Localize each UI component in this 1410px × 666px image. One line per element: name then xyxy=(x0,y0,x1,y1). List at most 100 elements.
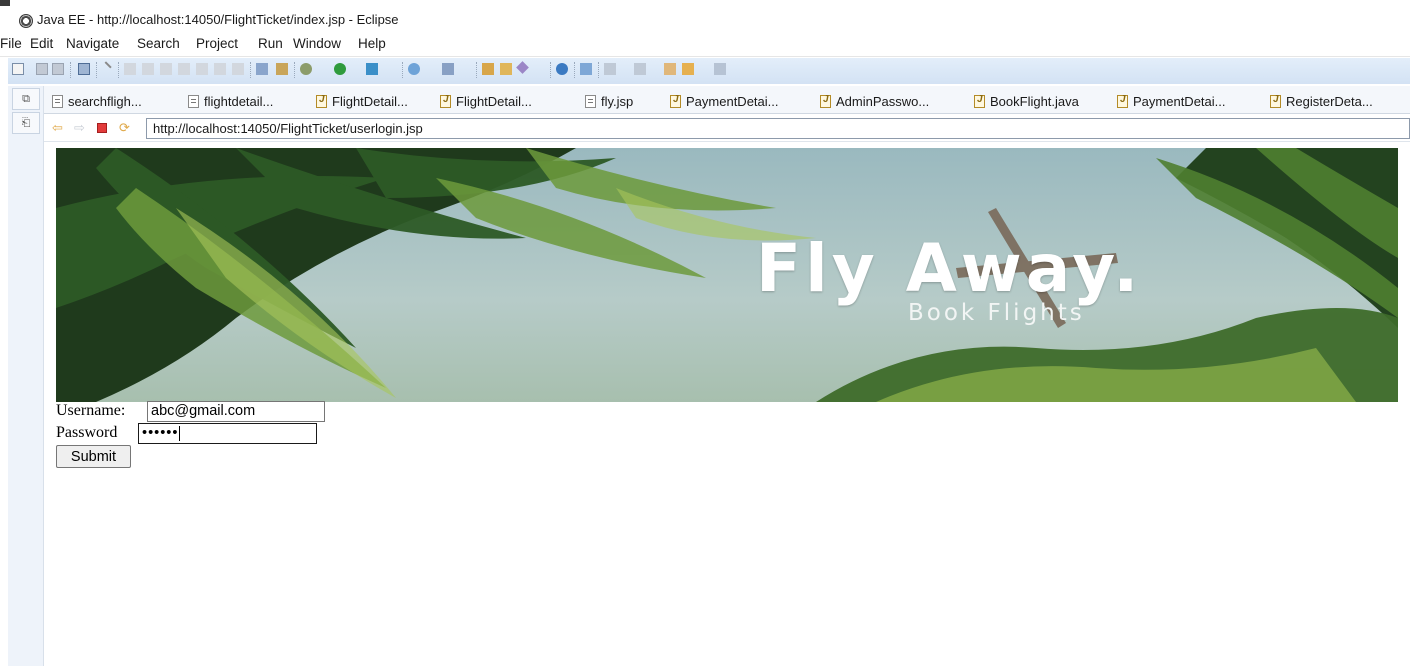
new-file-icon[interactable] xyxy=(12,63,24,75)
step-into-icon[interactable] xyxy=(196,63,208,75)
tab-label: BookFlight.java xyxy=(990,93,1079,109)
open-task-icon[interactable] xyxy=(500,63,512,75)
debug-icon[interactable] xyxy=(300,63,312,75)
submit-button[interactable]: Submit xyxy=(56,445,131,468)
java-file-icon xyxy=(820,94,831,108)
toolbar-separator xyxy=(574,62,575,78)
menu-window[interactable]: Window xyxy=(293,36,341,51)
tab-registerdetail[interactable]: RegisterDeta... xyxy=(1270,90,1373,112)
save-all-icon[interactable] xyxy=(52,63,64,75)
window-corner-decoration xyxy=(0,0,10,6)
suspend-icon[interactable] xyxy=(142,63,154,75)
password-input[interactable]: •••••• xyxy=(138,423,317,444)
password-row: Password xyxy=(56,424,117,442)
tab-bookflight-java[interactable]: BookFlight.java xyxy=(974,90,1079,112)
editor-tab-bar: searchfligh... flightdetail... FlightDet… xyxy=(44,86,1410,114)
tab-label: FlightDetail... xyxy=(456,93,532,109)
toggle-mark-occurrences-icon[interactable] xyxy=(580,63,592,75)
menu-edit[interactable]: Edit xyxy=(30,36,53,51)
tab-flightdetail-java-2[interactable]: FlightDetail... xyxy=(440,90,532,112)
banner-title: Fly Away. xyxy=(756,230,1143,307)
tab-adminpassword[interactable]: AdminPasswo... xyxy=(820,90,929,112)
url-input[interactable]: http://localhost:14050/FlightTicket/user… xyxy=(146,118,1410,139)
jsp-file-icon xyxy=(188,94,199,108)
java-file-icon xyxy=(1270,94,1281,108)
menu-search[interactable]: Search xyxy=(137,36,180,51)
tab-label: searchfligh... xyxy=(68,93,142,109)
jsp-file-icon xyxy=(52,94,63,108)
menu-run[interactable]: Run xyxy=(258,36,283,51)
refresh-icon[interactable]: ⟳ xyxy=(119,121,130,134)
previous-annotation-icon[interactable] xyxy=(634,63,646,75)
step-return-icon[interactable] xyxy=(232,63,244,75)
browser-nav-bar: ⇦ ⇨ ⟳ http://localhost:14050/FlightTicke… xyxy=(44,115,1410,142)
new-server-icon[interactable] xyxy=(408,63,420,75)
toolbar-separator xyxy=(294,62,295,78)
save-icon[interactable] xyxy=(36,63,48,75)
toolbar-separator xyxy=(550,62,551,78)
tab-label: PaymentDetai... xyxy=(1133,93,1226,109)
toolbar-separator xyxy=(476,62,477,78)
jsp-file-icon xyxy=(585,94,596,108)
web-page: Fly Away. Book Flights Username: abc@gma… xyxy=(44,143,1410,666)
next-annotation-icon[interactable] xyxy=(604,63,616,75)
password-value: •••••• xyxy=(142,425,179,441)
new-class-icon[interactable] xyxy=(442,63,454,75)
toolbar-separator xyxy=(402,62,403,78)
open-type-icon[interactable] xyxy=(482,63,494,75)
java-file-icon xyxy=(1117,94,1128,108)
back-icon[interactable] xyxy=(682,63,694,75)
toolbar-separator xyxy=(96,62,97,78)
toolbar-separator xyxy=(118,62,119,78)
banner-subtitle: Book Flights xyxy=(908,300,1085,326)
menu-bar: File Edit Navigate Search Project Run Wi… xyxy=(0,33,1410,55)
toolbar-separator xyxy=(598,62,599,78)
java-file-icon xyxy=(670,94,681,108)
tab-paymentdetail-2[interactable]: PaymentDetai... xyxy=(1117,90,1226,112)
server-icon[interactable] xyxy=(256,63,268,75)
external-tools-icon[interactable] xyxy=(276,63,288,75)
tab-paymentdetail-1[interactable]: PaymentDetai... xyxy=(670,90,779,112)
coverage-icon[interactable] xyxy=(366,63,378,75)
main-toolbar xyxy=(0,56,1410,84)
username-row: Username: xyxy=(56,402,125,420)
window-title: Java EE - http://localhost:14050/FlightT… xyxy=(37,12,399,27)
title-bar: Java EE - http://localhost:14050/FlightT… xyxy=(0,0,1410,32)
username-input[interactable]: abc@gmail.com xyxy=(147,401,325,422)
resume-icon[interactable] xyxy=(124,63,136,75)
last-edit-icon[interactable] xyxy=(664,63,676,75)
java-file-icon xyxy=(440,94,451,108)
disconnect-icon[interactable] xyxy=(178,63,190,75)
package-explorer-icon[interactable]: ⎗ xyxy=(12,112,40,134)
stop-icon[interactable] xyxy=(97,123,107,133)
forward-arrow-icon[interactable]: ⇨ xyxy=(74,121,85,134)
left-trim-bar: ⧉ ⎗ xyxy=(8,86,44,666)
eclipse-icon xyxy=(19,14,33,28)
menu-file[interactable]: File xyxy=(0,36,22,51)
run-icon[interactable] xyxy=(334,63,346,75)
banner-image: Fly Away. Book Flights xyxy=(56,148,1398,402)
terminal-icon[interactable] xyxy=(78,63,90,75)
text-caret xyxy=(179,425,181,441)
tab-label: flightdetail... xyxy=(204,93,274,109)
tab-label: fly.jsp xyxy=(601,93,634,109)
tab-label: RegisterDeta... xyxy=(1286,93,1373,109)
tab-label: AdminPasswo... xyxy=(836,93,930,109)
palm-trees-image xyxy=(56,148,1398,402)
tab-flightdetail-java-1[interactable]: FlightDetail... xyxy=(316,90,408,112)
menu-help[interactable]: Help xyxy=(358,36,386,51)
menu-navigate[interactable]: Navigate xyxy=(66,36,119,51)
web-browser-icon[interactable] xyxy=(556,63,568,75)
java-file-icon xyxy=(316,94,327,108)
step-over-icon[interactable] xyxy=(214,63,226,75)
tab-fly-jsp[interactable]: fly.jsp xyxy=(585,90,633,112)
restore-icon[interactable]: ⧉ xyxy=(12,88,40,110)
back-arrow-icon[interactable]: ⇦ xyxy=(52,121,63,134)
forward-icon[interactable] xyxy=(714,63,726,75)
terminate-icon[interactable] xyxy=(160,63,172,75)
tab-flightdetail-jsp[interactable]: flightdetail... xyxy=(188,90,273,112)
toolbar-separator xyxy=(250,62,251,78)
menu-project[interactable]: Project xyxy=(196,36,238,51)
password-label: Password xyxy=(56,424,118,441)
tab-searchflight[interactable]: searchfligh... xyxy=(52,90,142,112)
